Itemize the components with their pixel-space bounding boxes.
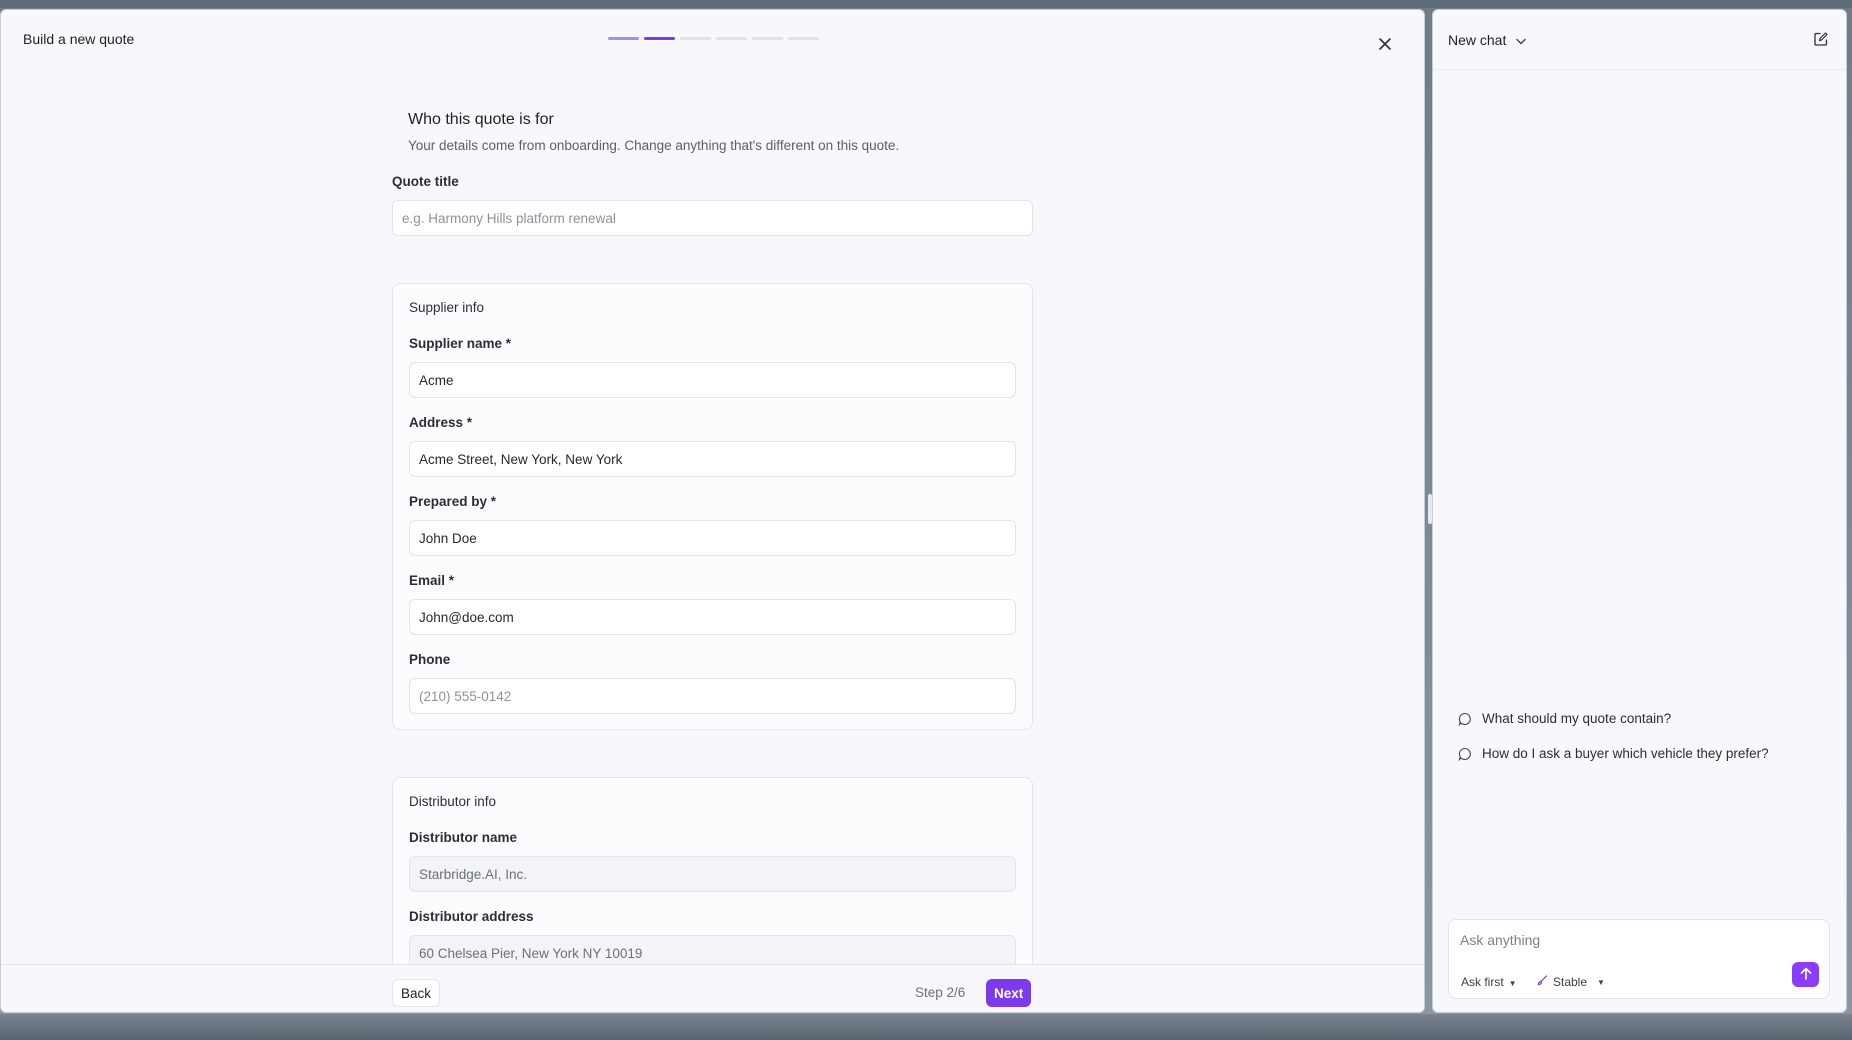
caret-down-icon: ▼ (1597, 977, 1605, 987)
close-icon[interactable] (1376, 35, 1394, 53)
step-indicator: Step 2/6 (915, 985, 966, 1000)
phone-input[interactable] (409, 678, 1016, 714)
chat-header: New chat (1433, 10, 1846, 70)
distributor-info-card: Distributor info Distributor name Distri… (392, 777, 1033, 964)
chat-panel: New chat What should my quote contain? H… (1432, 9, 1847, 1013)
step-segment-6 (788, 37, 819, 40)
suggestion-item[interactable]: How do I ask a buyer which vehicle they … (1458, 746, 1769, 761)
desktop-bottom-edge (0, 1014, 1852, 1040)
email-input[interactable] (409, 599, 1016, 635)
quote-builder-dialog: Build a new quote Who this quote is for … (0, 9, 1425, 1013)
step-segment-1 (608, 37, 639, 40)
mode-label: Ask first (1461, 975, 1504, 989)
suggestion-item[interactable]: What should my quote contain? (1458, 711, 1671, 726)
distributor-info-title: Distributor info (409, 794, 497, 809)
chevron-down-icon (1516, 37, 1526, 48)
chat-bubble-icon (1458, 712, 1472, 726)
address-label: Address * (409, 415, 473, 430)
distributor-name-input (409, 856, 1016, 892)
supplier-info-title: Supplier info (409, 300, 485, 315)
suggestion-text: How do I ask a buyer which vehicle they … (1482, 746, 1769, 761)
send-button[interactable] (1792, 962, 1819, 987)
chat-composer: Ask first ▼ Stable ▼ (1448, 919, 1830, 999)
chat-title-dropdown[interactable]: New chat (1448, 32, 1526, 48)
supplier-name-input[interactable] (409, 362, 1016, 398)
next-button[interactable]: Next (986, 979, 1032, 1007)
step-segment-2 (644, 37, 675, 40)
dialog-footer: Back Step 2/6 Next (1, 964, 1424, 1012)
supplier-name-label: Supplier name * (409, 336, 512, 351)
chat-title: New chat (1448, 32, 1507, 48)
mode-dropdown[interactable]: Ask first ▼ (1461, 975, 1517, 989)
compose-icon[interactable] (1813, 31, 1831, 49)
caret-down-icon: ▼ (1508, 979, 1517, 988)
quote-title-label: Quote title (392, 174, 459, 189)
desktop-top-edge (0, 0, 1852, 8)
dialog-header: Build a new quote (1, 10, 1424, 68)
form-content: Who this quote is for Your details come … (1, 68, 1424, 964)
progress-stepper (608, 37, 819, 40)
step-segment-4 (716, 37, 747, 40)
model-dropdown[interactable]: Stable ▼ (1537, 975, 1605, 989)
distributor-address-label: Distributor address (409, 909, 534, 924)
chat-input[interactable] (1460, 929, 1800, 951)
section-title: Who this quote is for (408, 111, 554, 128)
chat-bubble-icon (1458, 747, 1472, 761)
supplier-info-card: Supplier info Supplier name * Address * … (392, 283, 1033, 730)
back-button[interactable]: Back (392, 979, 441, 1007)
phone-label: Phone (409, 652, 451, 667)
arrow-up-icon (1800, 967, 1812, 983)
distributor-address-input (409, 935, 1016, 964)
model-label: Stable (1553, 975, 1588, 989)
prepared-by-input[interactable] (409, 520, 1016, 556)
address-input[interactable] (409, 441, 1016, 477)
dialog-title: Build a new quote (23, 31, 135, 47)
step-segment-3 (680, 37, 711, 40)
prepared-by-label: Prepared by * (409, 494, 497, 509)
brush-icon (1537, 975, 1548, 989)
email-label: Email * (409, 573, 455, 588)
section-header: Who this quote is for Your details come … (408, 111, 899, 153)
quote-title-input[interactable] (392, 200, 1033, 236)
suggestion-text: What should my quote contain? (1482, 711, 1672, 726)
section-subtitle: Your details come from onboarding. Chang… (408, 138, 900, 153)
distributor-name-label: Distributor name (409, 830, 518, 845)
step-segment-5 (752, 37, 783, 40)
